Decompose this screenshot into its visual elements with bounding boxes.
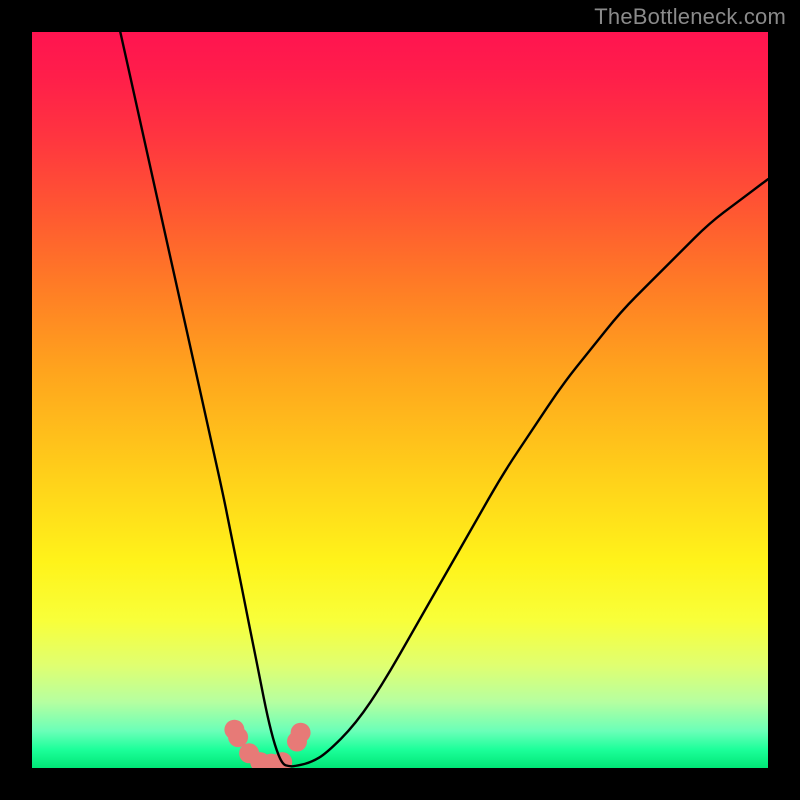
marker-dot	[228, 727, 248, 747]
chart-frame: TheBottleneck.com	[0, 0, 800, 800]
marker-dot	[291, 723, 311, 743]
watermark-label: TheBottleneck.com	[594, 4, 786, 30]
bottleneck-curve	[120, 32, 768, 766]
plot-area	[32, 32, 768, 768]
highlight-markers	[224, 720, 310, 768]
chart-overlay	[32, 32, 768, 768]
